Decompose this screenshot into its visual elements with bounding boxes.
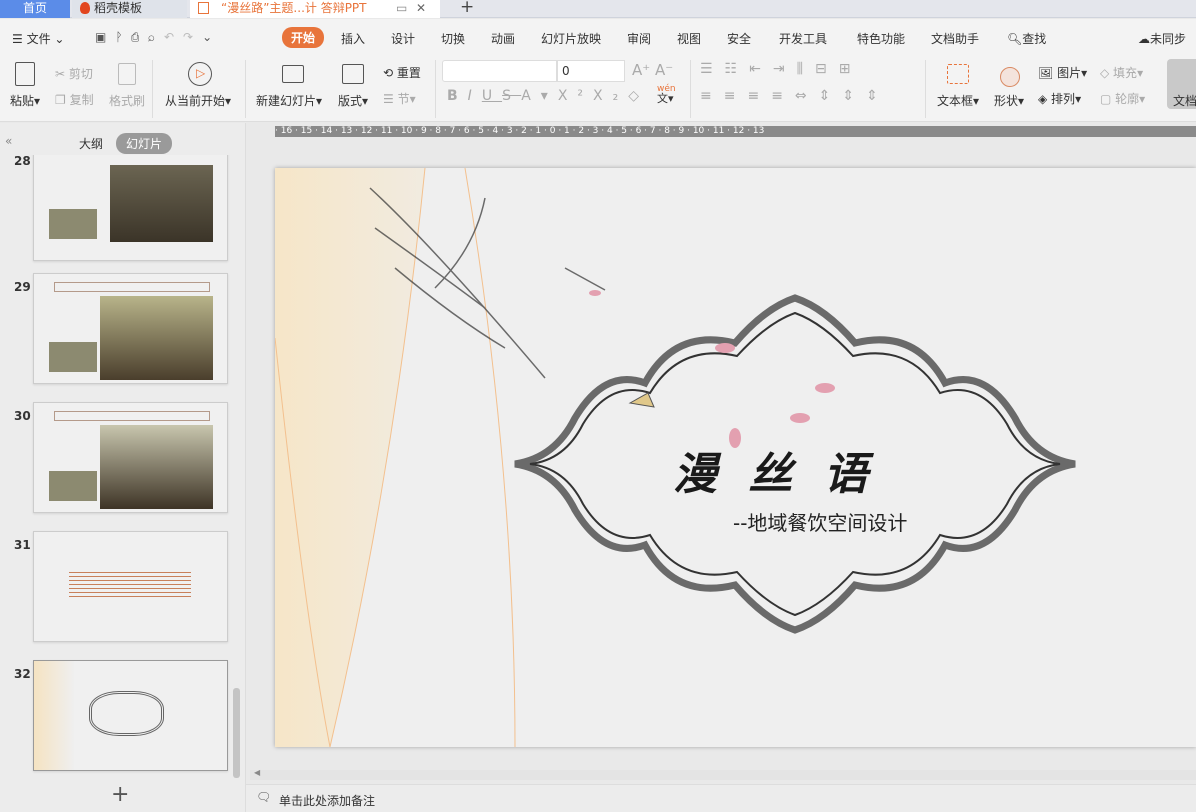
quick-access-toolbar: ▣ᚹ⎙⌕↶↷⌄	[95, 30, 221, 44]
slide-subtitle[interactable]: --地域餐饮空间设计	[733, 507, 907, 536]
menu-tab-developer[interactable]: 开发工具	[779, 30, 827, 47]
slide-thumbnail-30[interactable]	[33, 402, 228, 513]
menu-tab-home[interactable]: 开始	[282, 27, 325, 48]
slide-thumbnail-29[interactable]	[33, 273, 228, 384]
ribbon-toolbar: 粘贴▾ ✂ 剪切 ❐ 复制 格式刷 ▷ 从当前开始▾ 新建幻灯片▾ 版式▾ ⟲ …	[0, 55, 1196, 122]
sync-status[interactable]: ☁未同步	[1138, 30, 1186, 47]
tab-document[interactable]: “漫丝路”主题...计 答辩PPT ▭ ✕	[190, 0, 440, 18]
tab-home[interactable]: 首页	[0, 0, 70, 18]
horizontal-scrollbar[interactable]: ◀	[250, 768, 1196, 780]
butterfly	[628, 392, 655, 408]
ppt-icon	[198, 2, 209, 14]
format-painter-button[interactable]: 格式刷	[109, 92, 145, 109]
notes-placeholder[interactable]: 单击此处添加备注	[279, 792, 375, 809]
add-slide-button[interactable]: +	[111, 782, 129, 807]
new-tab-button[interactable]: +	[452, 0, 474, 18]
menu-tab-features[interactable]: 特色功能	[857, 30, 905, 47]
new-slide-icon	[282, 65, 304, 83]
slide-canvas[interactable]: 漫 丝 语 --地域餐饮空间设计	[275, 168, 1196, 747]
slide-thumbnail-32[interactable]	[33, 660, 228, 771]
format-painter-icon	[118, 63, 136, 85]
collapse-panel-icon[interactable]: «	[5, 134, 12, 148]
doc-button[interactable]: 文档	[1167, 59, 1196, 109]
arrange-button[interactable]: ◈ 排列▾	[1038, 90, 1081, 107]
notes-bar[interactable]: 🗨︎ 单击此处添加备注	[246, 784, 1196, 812]
undo-icon[interactable]: ↶	[164, 30, 183, 44]
convert-icon[interactable]: ᚹ	[115, 30, 131, 44]
reset-button[interactable]: ⟲ 重置	[383, 64, 421, 81]
menu-tab-animation[interactable]: 动画	[491, 30, 515, 47]
menu-tab-review[interactable]: 审阅	[627, 30, 651, 47]
new-slide-button[interactable]: 新建幻灯片▾	[256, 92, 322, 109]
menu-tab-slideshow[interactable]: 幻灯片放映	[541, 30, 601, 47]
font-name-select[interactable]	[442, 60, 557, 82]
pinyin-button[interactable]: wén 文▾	[657, 85, 676, 105]
notes-icon: 🗨︎	[256, 790, 272, 804]
panel-scrollbar[interactable]	[233, 688, 240, 778]
tab-outline[interactable]: 大纲	[79, 135, 103, 152]
play-icon: ▷	[188, 62, 212, 86]
text-box-icon	[947, 64, 969, 84]
shape-button[interactable]: 形状▾	[994, 92, 1024, 109]
slide-thumbnail-31[interactable]	[33, 531, 228, 642]
tab-docer-templates[interactable]: 稻壳模板	[72, 0, 187, 18]
fill-button[interactable]: ◇ 填充▾	[1100, 64, 1143, 81]
menu-tab-design[interactable]: 设计	[391, 30, 415, 47]
search-button[interactable]: 🔍︎查找	[1007, 30, 1046, 47]
docer-icon	[80, 2, 90, 14]
search-icon: 🔍︎	[1007, 32, 1023, 46]
cloud-icon: ☁	[1138, 32, 1150, 46]
shape-icon	[1000, 67, 1020, 87]
thumbnail-list: 28 29 30 31 32	[0, 155, 232, 780]
menu-tab-transition[interactable]: 切换	[441, 30, 465, 47]
tab-bar: 首页 稻壳模板 “漫丝路”主题...计 答辩PPT ▭ ✕ +	[0, 0, 1196, 18]
menu-tab-security[interactable]: 安全	[727, 30, 751, 47]
beige-curve-band	[275, 168, 425, 747]
layout-icon	[342, 64, 364, 84]
play-from-current-button[interactable]: 从当前开始▾	[165, 92, 231, 109]
save-icon[interactable]: ▣	[95, 30, 115, 44]
close-tab-icon[interactable]: ✕	[416, 0, 426, 16]
menu-bar: ☰ 文件 ⌄ ▣ᚹ⎙⌕↶↷⌄ 开始 插入 设计 切换 动画 幻灯片放映 审阅 视…	[0, 19, 1196, 55]
preview-icon[interactable]: ⌕	[148, 30, 164, 44]
section-button[interactable]: ☰ 节▾	[383, 90, 416, 107]
align-buttons[interactable]: ≡≡≡≡⇔⇕⇕⇕	[700, 88, 890, 104]
pin-icon[interactable]: ▭	[396, 0, 407, 16]
print-icon[interactable]: ⎙	[132, 30, 148, 44]
paste-button[interactable]: 粘贴▾	[10, 92, 40, 109]
slide-thumbnail-28[interactable]	[33, 155, 228, 261]
slide-title[interactable]: 漫 丝 语	[673, 438, 876, 502]
outline-button[interactable]: ▢ 轮廓▾	[1100, 90, 1145, 107]
text-box-button[interactable]: 文本框▾	[937, 92, 979, 109]
font-size-select[interactable]: 0	[557, 60, 625, 82]
orange-curve-line	[464, 168, 516, 747]
menu-tab-view[interactable]: 视图	[677, 30, 701, 47]
slide-panel: « 大纲 幻灯片 28 29 30 31 32 +	[0, 123, 246, 812]
redo-icon[interactable]: ↷	[183, 30, 202, 44]
menu-tab-doc-assistant[interactable]: 文档助手	[931, 30, 979, 47]
horizontal-ruler: · 16 · 15 · 14 · 13 · 12 · 11 · 10 · 9 ·…	[275, 126, 1196, 137]
menu-tab-insert[interactable]: 插入	[341, 30, 365, 47]
cut-button[interactable]: ✂ 剪切	[55, 65, 93, 82]
font-grow-shrink[interactable]: A⁺ A⁻	[632, 61, 673, 79]
file-menu[interactable]: ☰ 文件 ⌄	[12, 30, 64, 47]
font-format-buttons[interactable]: BIUSA▾X²X₂◇	[447, 88, 649, 104]
copy-button[interactable]: ❐ 复制	[55, 91, 94, 108]
paragraph-buttons[interactable]: ☰☷⇤⇥⫼⊟⊞	[700, 61, 862, 77]
more-icon[interactable]: ⌄	[202, 30, 221, 44]
picture-button[interactable]: 🖼︎ 图片▾	[1038, 64, 1087, 81]
paste-icon	[15, 62, 35, 86]
layout-button[interactable]: 版式▾	[338, 92, 368, 109]
tab-slides[interactable]: 幻灯片	[116, 133, 173, 154]
